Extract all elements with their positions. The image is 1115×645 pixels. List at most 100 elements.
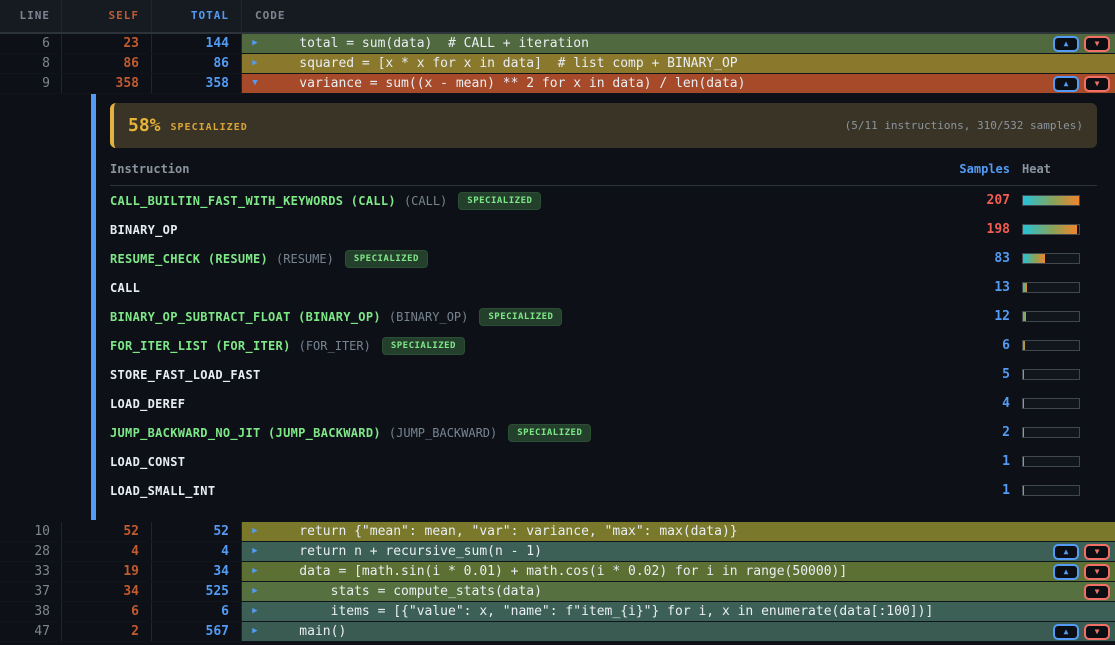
- code-line-row: 28 4 4 ▶ return n + recursive_sum(n - 1)…: [0, 542, 1115, 562]
- base-opcode-name: (RESUME): [276, 252, 334, 266]
- code-cell[interactable]: ▶ return {"mean": mean, "var": variance,…: [242, 522, 1115, 541]
- heat-bar-track: [1022, 282, 1080, 293]
- move-up-button[interactable]: ▲: [1053, 624, 1079, 640]
- base-opcode-name: (FOR_ITER): [299, 339, 371, 353]
- samples-column-header[interactable]: Samples: [910, 162, 1010, 176]
- code-cell[interactable]: ▶ squared = [x * x for x in data] # list…: [242, 54, 1115, 73]
- instruction-row: FOR_ITER_LIST (FOR_ITER) (FOR_ITER) SPEC…: [110, 331, 1097, 360]
- specialized-badge: SPECIALIZED: [479, 308, 562, 326]
- total-sample-count: 567: [152, 622, 242, 641]
- self-sample-count: 4: [62, 542, 152, 561]
- samples-value: 4: [910, 396, 1010, 411]
- move-up-button[interactable]: ▲: [1053, 564, 1079, 580]
- move-down-button[interactable]: ▼: [1084, 544, 1110, 560]
- opcode-name: CALL: [110, 281, 140, 295]
- heat-bar-fill: [1023, 225, 1077, 234]
- specialized-badge: SPECIALIZED: [382, 337, 465, 355]
- line-number: 37: [0, 582, 62, 601]
- heat-bar-fill: [1023, 283, 1027, 292]
- samples-value: 207: [910, 193, 1010, 208]
- row-buttons: ▲▼: [1053, 36, 1115, 52]
- code-cell[interactable]: ▶ main() ▲ ▼: [242, 622, 1115, 641]
- total-column-header[interactable]: TOTAL: [152, 0, 242, 32]
- self-sample-count: 34: [62, 582, 152, 601]
- self-column-header[interactable]: SELF: [62, 0, 152, 32]
- instruction-row: JUMP_BACKWARD_NO_JIT (JUMP_BACKWARD) (JU…: [110, 418, 1097, 447]
- base-opcode-name: (BINARY_OP): [389, 310, 468, 324]
- expand-arrow-icon[interactable]: ▶: [242, 602, 268, 621]
- move-up-button[interactable]: ▲: [1053, 76, 1079, 92]
- code-line-row: 38 6 6 ▶ items = [{"value": x, "name": f…: [0, 602, 1115, 622]
- line-number: 38: [0, 602, 62, 621]
- code-column-header: CODE: [242, 0, 1115, 32]
- instruction-row: LOAD_CONST 1: [110, 447, 1097, 476]
- expand-arrow-icon[interactable]: ▶: [242, 622, 268, 641]
- specialized-badge: SPECIALIZED: [458, 192, 541, 210]
- move-down-button[interactable]: ▼: [1084, 564, 1110, 580]
- samples-value: 2: [910, 425, 1010, 440]
- heat-bar: [1010, 311, 1097, 322]
- instruction-row: BINARY_OP 198: [110, 215, 1097, 244]
- total-sample-count: 34: [152, 562, 242, 581]
- code-line-row: 33 19 34 ▶ data = [math.sin(i * 0.01) + …: [0, 562, 1115, 582]
- total-sample-count: 525: [152, 582, 242, 601]
- total-sample-count: 52: [152, 522, 242, 541]
- samples-value: 12: [910, 309, 1010, 324]
- move-down-button[interactable]: ▼: [1084, 76, 1110, 92]
- move-down-button[interactable]: ▼: [1084, 36, 1110, 52]
- expand-arrow-icon[interactable]: ▼: [242, 74, 268, 93]
- heat-bar: [1010, 282, 1097, 293]
- code-cell[interactable]: ▶ data = [math.sin(i * 0.01) + math.cos(…: [242, 562, 1115, 581]
- opcode-name: CALL_BUILTIN_FAST_WITH_KEYWORDS (CALL): [110, 194, 396, 208]
- heat-bar-fill: [1023, 428, 1024, 437]
- expand-arrow-icon[interactable]: ▶: [242, 542, 268, 561]
- heat-column-header: Heat: [1010, 162, 1097, 176]
- samples-value: 13: [910, 280, 1010, 295]
- line-number: 47: [0, 622, 62, 641]
- samples-value: 6: [910, 338, 1010, 353]
- expand-arrow-icon[interactable]: ▶: [242, 582, 268, 601]
- expand-arrow-icon[interactable]: ▶: [242, 522, 268, 541]
- heat-bar: [1010, 253, 1097, 264]
- self-sample-count: 23: [62, 34, 152, 53]
- code-text: data = [math.sin(i * 0.01) + math.cos(i …: [268, 562, 847, 581]
- move-down-button[interactable]: ▼: [1084, 584, 1110, 600]
- move-up-button[interactable]: ▲: [1053, 544, 1079, 560]
- opcode-name: STORE_FAST_LOAD_FAST: [110, 368, 261, 382]
- line-column-header: LINE: [0, 0, 62, 32]
- specialized-badge: SPECIALIZED: [345, 250, 428, 268]
- total-sample-count: 4: [152, 542, 242, 561]
- code-cell[interactable]: ▼ variance = sum((x - mean) ** 2 for x i…: [242, 74, 1115, 93]
- bottom-code-rows: 10 52 52 ▶ return {"mean": mean, "var": …: [0, 522, 1115, 642]
- expand-arrow-icon[interactable]: ▶: [242, 54, 268, 73]
- heat-bar-fill: [1023, 457, 1024, 466]
- heat-bar: [1010, 398, 1097, 409]
- row-buttons: ▼: [1084, 584, 1115, 600]
- opcode-name: LOAD_SMALL_INT: [110, 484, 215, 498]
- code-line-row: 9 358 358 ▼ variance = sum((x - mean) **…: [0, 74, 1115, 94]
- base-opcode-name: (JUMP_BACKWARD): [389, 426, 497, 440]
- total-sample-count: 86: [152, 54, 242, 73]
- instruction-column-header: Instruction: [110, 162, 910, 176]
- expand-arrow-icon[interactable]: ▶: [242, 562, 268, 581]
- samples-value: 83: [910, 251, 1010, 266]
- code-text: return {"mean": mean, "var": variance, "…: [268, 522, 738, 541]
- code-cell[interactable]: ▶ items = [{"value": x, "name": f"item_{…: [242, 602, 1115, 621]
- heat-bar-track: [1022, 195, 1080, 206]
- samples-value: 1: [910, 454, 1010, 469]
- code-cell[interactable]: ▶ return n + recursive_sum(n - 1) ▲▼: [242, 542, 1115, 561]
- heat-bar-fill: [1023, 196, 1079, 205]
- code-text: main(): [268, 622, 346, 641]
- instruction-rows: CALL_BUILTIN_FAST_WITH_KEYWORDS (CALL) (…: [110, 186, 1097, 505]
- self-sample-count: 86: [62, 54, 152, 73]
- heat-bar-track: [1022, 456, 1080, 467]
- heat-bar: [1010, 427, 1097, 438]
- specialization-summary: (5/11 instructions, 310/532 samples): [845, 119, 1083, 132]
- heat-bar-track: [1022, 427, 1080, 438]
- expand-arrow-icon[interactable]: ▶: [242, 34, 268, 53]
- code-cell[interactable]: ▶ stats = compute_stats(data) ▼: [242, 582, 1115, 601]
- expanded-detail-panel: 58% SPECIALIZED (5/11 instructions, 310/…: [0, 94, 1115, 522]
- move-down-button[interactable]: ▼: [1084, 624, 1110, 640]
- code-cell[interactable]: ▶ total = sum(data) # CALL + iteration ▲…: [242, 34, 1115, 53]
- move-up-button[interactable]: ▲: [1053, 36, 1079, 52]
